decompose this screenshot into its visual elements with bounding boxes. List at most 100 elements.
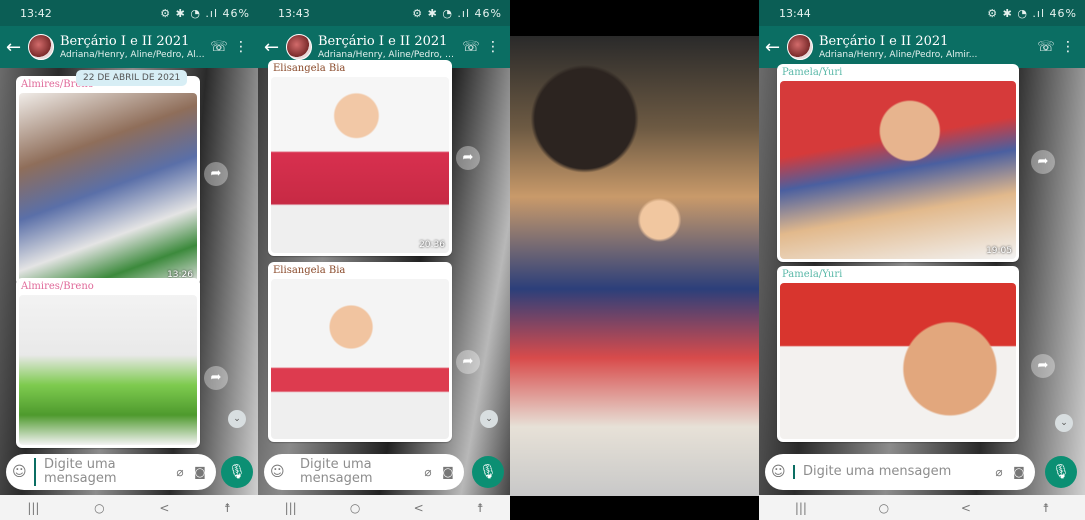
- message-bubble[interactable]: Pamela/Yuri: [777, 266, 1019, 442]
- chat-title-block[interactable]: Berçário I e II 2021 Adriana/Henry, Alin…: [819, 34, 1035, 61]
- mic-button[interactable]: 🎙: [472, 456, 504, 488]
- camera-icon[interactable]: ◙: [1009, 465, 1029, 479]
- emoji-icon[interactable]: ☺: [12, 464, 30, 480]
- camera-icon[interactable]: ◙: [438, 465, 458, 479]
- status-bar: 13:44 ⚙ ✱ ◔ .ıl 46%: [759, 0, 1085, 26]
- date-chip: 22 DE ABRIL DE 2021: [76, 70, 188, 86]
- recent-apps-icon[interactable]: |||: [27, 501, 39, 515]
- chat-participants: Adriana/Henry, Aline/Pedro, Almir...: [318, 49, 460, 60]
- message-time: 20:36: [419, 240, 445, 250]
- chat-title-block[interactable]: Berçário I e II 2021 Adriana/Henry, Alin…: [318, 34, 460, 61]
- home-icon[interactable]: ○: [94, 501, 104, 515]
- scroll-down-icon[interactable]: ⌄: [228, 410, 246, 428]
- system-nav-bar: ||| ○ < ☨: [0, 495, 258, 520]
- chat-title: Berçário I e II 2021: [60, 33, 190, 49]
- menu-icon[interactable]: ⋮: [230, 39, 252, 55]
- chat-screen-3: 13:44 ⚙ ✱ ◔ .ıl 46% ← Berçário I e II 20…: [759, 0, 1085, 520]
- chat-header: ← Berçário I e II 2021 Adriana/Henry, Al…: [0, 26, 258, 68]
- nav-back-icon[interactable]: <: [414, 501, 424, 515]
- message-sender: Elisangela Bia: [273, 265, 346, 276]
- attach-icon[interactable]: ⌀: [418, 465, 438, 479]
- screenshot-collage: 13:42 ⚙ ✱ ◔ .ıl 46% ← Berçário I e II 20…: [0, 0, 1085, 520]
- forward-icon[interactable]: ➦: [456, 146, 480, 170]
- chat-screen-1: 13:42 ⚙ ✱ ◔ .ıl 46% ← Berçário I e II 20…: [0, 0, 258, 520]
- message-time: 19:05: [986, 246, 1012, 256]
- status-time: 13:42: [20, 6, 52, 20]
- attach-icon[interactable]: ⌀: [170, 465, 190, 479]
- message-sender: Pamela/Yuri: [782, 67, 843, 78]
- group-avatar[interactable]: [28, 34, 54, 60]
- mic-button[interactable]: 🎙: [221, 456, 253, 488]
- message-bubble[interactable]: Almires/Breno: [16, 278, 200, 448]
- message-composer[interactable]: ☺ Digite uma mensagem ⌀ ◙: [6, 454, 216, 490]
- status-icons: ⚙ ✱ ◔ .ıl 46%: [987, 6, 1077, 20]
- accessibility-icon[interactable]: ☨: [224, 501, 231, 515]
- back-arrow-icon[interactable]: ←: [264, 37, 280, 58]
- status-icons: ⚙ ✱ ◔ .ıl 46%: [412, 6, 502, 20]
- chat-title: Berçário I e II 2021: [318, 33, 448, 49]
- forward-icon[interactable]: ➦: [204, 366, 228, 390]
- message-photo[interactable]: 19:05: [780, 81, 1016, 259]
- home-icon[interactable]: ○: [879, 501, 889, 515]
- status-bar: 13:43 ⚙ ✱ ◔ .ıl 46%: [258, 0, 510, 26]
- add-call-icon[interactable]: ☏: [460, 39, 482, 55]
- message-bubble[interactable]: Almires/Breno 13:26: [16, 76, 200, 286]
- message-input[interactable]: Digite uma mensagem: [793, 465, 989, 479]
- emoji-icon[interactable]: ☺: [771, 464, 789, 480]
- message-sender: Pamela/Yuri: [782, 269, 843, 280]
- status-bar: 13:42 ⚙ ✱ ◔ .ıl 46%: [0, 0, 258, 26]
- message-photo[interactable]: [19, 295, 197, 445]
- message-input[interactable]: Digite uma mensagem: [292, 458, 418, 486]
- message-photo[interactable]: 20:36: [271, 77, 449, 253]
- message-input[interactable]: Digite uma mensagem: [34, 458, 170, 486]
- message-bubble[interactable]: Elisangela Bia 20:36: [268, 60, 452, 256]
- message-composer[interactable]: ☺ Digite uma mensagem ⌀ ◙: [765, 454, 1035, 490]
- mic-button[interactable]: 🎙: [1045, 456, 1077, 488]
- message-photo[interactable]: [271, 279, 449, 439]
- accessibility-icon[interactable]: ☨: [477, 501, 484, 515]
- forward-icon[interactable]: ➦: [456, 350, 480, 374]
- message-photo[interactable]: 13:26: [19, 93, 197, 283]
- chat-participants: Adriana/Henry, Aline/Pedro, Almir...: [819, 49, 978, 60]
- attach-icon[interactable]: ⌀: [989, 465, 1009, 479]
- camera-icon[interactable]: ◙: [190, 465, 210, 479]
- message-bubble[interactable]: Elisangela Bia: [268, 262, 452, 442]
- scroll-down-icon[interactable]: ⌄: [480, 410, 498, 428]
- chat-title: Berçário I e II 2021: [819, 33, 949, 49]
- message-sender: Almires/Breno: [21, 281, 94, 292]
- accessibility-icon[interactable]: ☨: [1043, 501, 1050, 515]
- home-icon[interactable]: ○: [350, 501, 360, 515]
- fullscreen-photo[interactable]: [510, 36, 759, 496]
- system-nav-bar: ||| ○ < ☨: [258, 495, 510, 520]
- message-bubble[interactable]: Pamela/Yuri 19:05: [777, 64, 1019, 262]
- add-call-icon[interactable]: ☏: [208, 39, 230, 55]
- forward-icon[interactable]: ➦: [204, 162, 228, 186]
- nav-back-icon[interactable]: <: [961, 501, 971, 515]
- fullscreen-photo-view: [510, 0, 759, 520]
- status-time: 13:43: [278, 6, 310, 20]
- message-sender: Elisangela Bia: [273, 63, 346, 74]
- group-avatar[interactable]: [286, 34, 312, 60]
- chat-header: ← Berçário I e II 2021 Adriana/Henry, Al…: [759, 26, 1085, 68]
- recent-apps-icon[interactable]: |||: [795, 501, 807, 515]
- status-icons: ⚙ ✱ ◔ .ıl 46%: [160, 6, 250, 20]
- menu-icon[interactable]: ⋮: [1057, 39, 1079, 55]
- nav-back-icon[interactable]: <: [159, 501, 169, 515]
- message-composer[interactable]: ☺ Digite uma mensagem ⌀ ◙: [264, 454, 464, 490]
- chat-title-block[interactable]: Berçário I e II 2021 Adriana/Henry, Alin…: [60, 34, 208, 61]
- forward-icon[interactable]: ➦: [1031, 354, 1055, 378]
- forward-icon[interactable]: ➦: [1031, 150, 1055, 174]
- recent-apps-icon[interactable]: |||: [285, 501, 297, 515]
- add-call-icon[interactable]: ☏: [1035, 39, 1057, 55]
- message-photo[interactable]: [780, 283, 1016, 439]
- status-time: 13:44: [779, 6, 811, 20]
- group-avatar[interactable]: [787, 34, 813, 60]
- back-arrow-icon[interactable]: ←: [6, 37, 22, 58]
- chat-participants: Adriana/Henry, Aline/Pedro, Almir...: [60, 49, 208, 60]
- chat-screen-2: 13:43 ⚙ ✱ ◔ .ıl 46% ← Berçário I e II 20…: [258, 0, 510, 520]
- system-nav-bar: ||| ○ < ☨: [759, 495, 1085, 520]
- emoji-icon[interactable]: ☺: [270, 464, 288, 480]
- back-arrow-icon[interactable]: ←: [765, 37, 781, 58]
- menu-icon[interactable]: ⋮: [482, 39, 504, 55]
- scroll-down-icon[interactable]: ⌄: [1055, 414, 1073, 432]
